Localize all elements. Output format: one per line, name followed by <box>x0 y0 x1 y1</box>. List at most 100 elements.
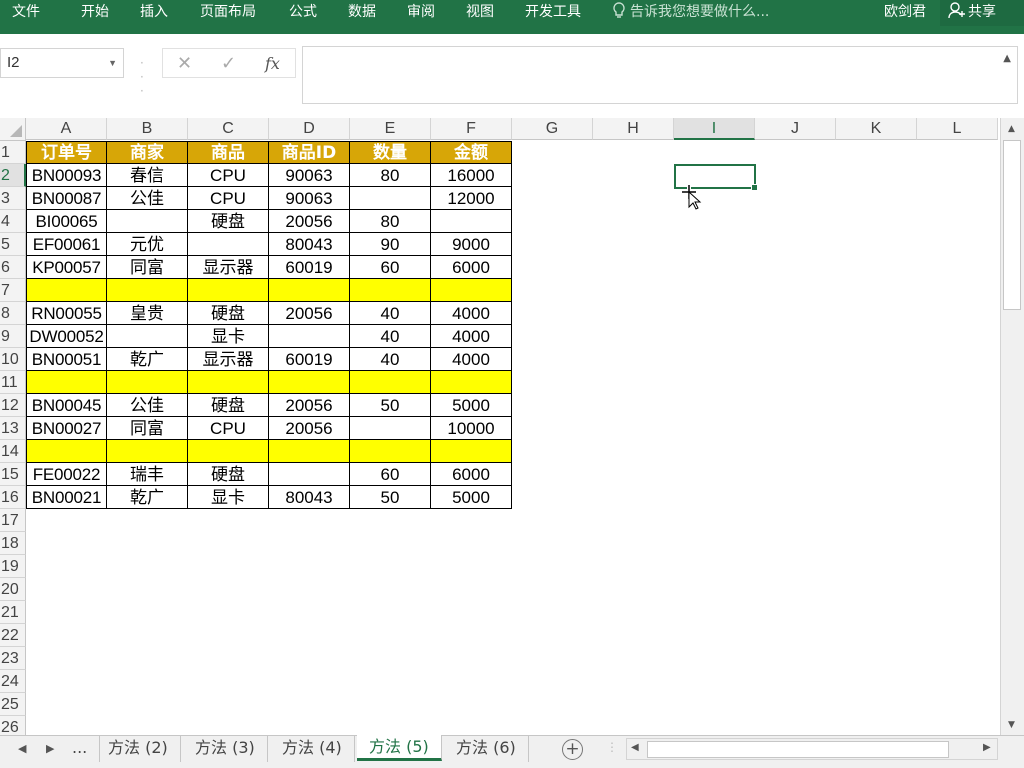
row-header-17[interactable]: 17 <box>0 509 26 532</box>
table-cell[interactable]: 显卡 <box>188 325 269 348</box>
next-sheet-icon[interactable]: ▶ <box>46 742 54 755</box>
tab-splitter-grip[interactable]: ⋮ <box>606 740 618 754</box>
column-header-C[interactable]: C <box>188 118 269 140</box>
scroll-up-icon[interactable]: ▲ <box>1008 124 1015 134</box>
column-header-G[interactable]: G <box>512 118 593 140</box>
row-header-25[interactable]: 25 <box>0 693 26 716</box>
table-cell[interactable]: 乾广 <box>107 348 188 371</box>
scroll-down-icon[interactable]: ▼ <box>1008 720 1015 730</box>
table-cell[interactable]: 90063 <box>269 187 350 210</box>
table-cell[interactable] <box>269 371 350 394</box>
table-cell[interactable]: BN00087 <box>26 187 107 210</box>
table-cell[interactable]: 90063 <box>269 164 350 187</box>
row-header-3[interactable]: 3 <box>0 187 26 210</box>
table-cell[interactable]: 20056 <box>269 394 350 417</box>
column-header-I[interactable]: I <box>674 118 755 140</box>
table-cell[interactable]: 硬盘 <box>188 210 269 233</box>
table-cell[interactable]: 80 <box>350 164 431 187</box>
table-cell[interactable]: 4000 <box>431 348 512 371</box>
vertical-scroll-thumb[interactable] <box>1003 140 1021 310</box>
tab-insert[interactable]: 插入 <box>140 0 168 26</box>
tab-file[interactable]: 文件 <box>12 0 40 26</box>
table-cell[interactable]: 显示器 <box>188 348 269 371</box>
column-header-A[interactable]: A <box>26 118 107 140</box>
row-header-5[interactable]: 5 <box>0 233 26 256</box>
tab-formulas[interactable]: 公式 <box>289 0 317 26</box>
tab-review[interactable]: 审阅 <box>407 0 435 26</box>
table-header-cell[interactable]: 订单号 <box>26 141 107 164</box>
row-header-21[interactable]: 21 <box>0 601 26 624</box>
table-cell[interactable]: 同富 <box>107 256 188 279</box>
table-cell[interactable]: 20056 <box>269 417 350 440</box>
table-header-cell[interactable]: 金额 <box>431 141 512 164</box>
table-header-cell[interactable]: 商品ID <box>269 141 350 164</box>
table-cell[interactable]: KP00057 <box>26 256 107 279</box>
table-cell[interactable] <box>188 440 269 463</box>
row-header-15[interactable]: 15 <box>0 463 26 486</box>
table-cell[interactable] <box>188 279 269 302</box>
row-header-18[interactable]: 18 <box>0 532 26 555</box>
table-cell[interactable]: 4000 <box>431 325 512 348</box>
name-box[interactable]: I2 ▼ <box>0 48 124 78</box>
insert-function-button[interactable]: fx <box>265 54 280 73</box>
table-cell[interactable] <box>431 210 512 233</box>
table-cell[interactable]: 50 <box>350 394 431 417</box>
table-cell[interactable]: EF00061 <box>26 233 107 256</box>
table-cell[interactable]: 显示器 <box>188 256 269 279</box>
table-cell[interactable]: 12000 <box>431 187 512 210</box>
column-header-E[interactable]: E <box>350 118 431 140</box>
table-cell[interactable]: 春信 <box>107 164 188 187</box>
table-cell[interactable] <box>26 371 107 394</box>
cell-area[interactable]: 订单号 商家 商品 商品ID 数量 金额 BN00093 春信 CPU 90063 80 16000 B… <box>26 141 1000 735</box>
chevron-down-icon[interactable]: ▼ <box>108 49 117 77</box>
tab-developer[interactable]: 开发工具 <box>525 0 581 26</box>
table-cell[interactable]: 4000 <box>431 302 512 325</box>
table-cell[interactable] <box>269 463 350 486</box>
worksheet-grid[interactable]: ABCDEFGHIJKL 1 2 3 4 5 6 7 8 9 10 11 12 13 14 15 16 17 18… <box>0 118 1000 735</box>
vertical-scrollbar[interactable]: ▲ ▼ <box>1000 118 1024 735</box>
table-header-cell[interactable]: 数量 <box>350 141 431 164</box>
row-header-4[interactable]: 4 <box>0 210 26 233</box>
column-header-L[interactable]: L <box>917 118 998 140</box>
table-cell[interactable] <box>431 440 512 463</box>
collapse-formula-bar-icon[interactable]: ▲ <box>1003 53 1011 64</box>
table-cell[interactable]: 5000 <box>431 394 512 417</box>
table-cell[interactable]: 显卡 <box>188 486 269 509</box>
table-header-cell[interactable]: 商家 <box>107 141 188 164</box>
row-header-2[interactable]: 2 <box>0 164 26 187</box>
table-cell[interactable] <box>431 371 512 394</box>
table-cell[interactable]: 60 <box>350 256 431 279</box>
table-cell[interactable]: 80 <box>350 210 431 233</box>
tell-me-search[interactable]: 告诉我您想要做什么... <box>612 0 769 26</box>
table-cell[interactable]: 皇贵 <box>107 302 188 325</box>
row-header-22[interactable]: 22 <box>0 624 26 647</box>
table-cell[interactable]: 60019 <box>269 256 350 279</box>
table-cell[interactable]: 硬盘 <box>188 394 269 417</box>
table-cell[interactable] <box>107 440 188 463</box>
table-cell[interactable]: BI00065 <box>26 210 107 233</box>
column-header-B[interactable]: B <box>107 118 188 140</box>
table-cell[interactable]: 瑞丰 <box>107 463 188 486</box>
table-cell[interactable]: DW00052 <box>26 325 107 348</box>
table-cell[interactable]: 16000 <box>431 164 512 187</box>
table-cell[interactable]: 60 <box>350 463 431 486</box>
row-header-7[interactable]: 7 <box>0 279 26 302</box>
column-header-D[interactable]: D <box>269 118 350 140</box>
row-header-20[interactable]: 20 <box>0 578 26 601</box>
table-cell[interactable]: 60019 <box>269 348 350 371</box>
sheet-tab[interactable]: 方法 (6) <box>444 736 529 762</box>
table-cell[interactable]: BN00021 <box>26 486 107 509</box>
table-cell[interactable]: 硬盘 <box>188 463 269 486</box>
table-cell[interactable]: 80043 <box>269 486 350 509</box>
table-cell[interactable]: CPU <box>188 187 269 210</box>
row-header-23[interactable]: 23 <box>0 647 26 670</box>
table-cell[interactable]: 10000 <box>431 417 512 440</box>
table-cell[interactable]: BN00051 <box>26 348 107 371</box>
table-cell[interactable] <box>269 279 350 302</box>
table-cell[interactable]: RN00055 <box>26 302 107 325</box>
enter-check-icon[interactable]: ✓ <box>221 53 236 74</box>
formula-input[interactable]: ▲ <box>302 46 1018 104</box>
column-header-J[interactable]: J <box>755 118 836 140</box>
table-cell[interactable]: BN00093 <box>26 164 107 187</box>
table-cell[interactable] <box>26 279 107 302</box>
